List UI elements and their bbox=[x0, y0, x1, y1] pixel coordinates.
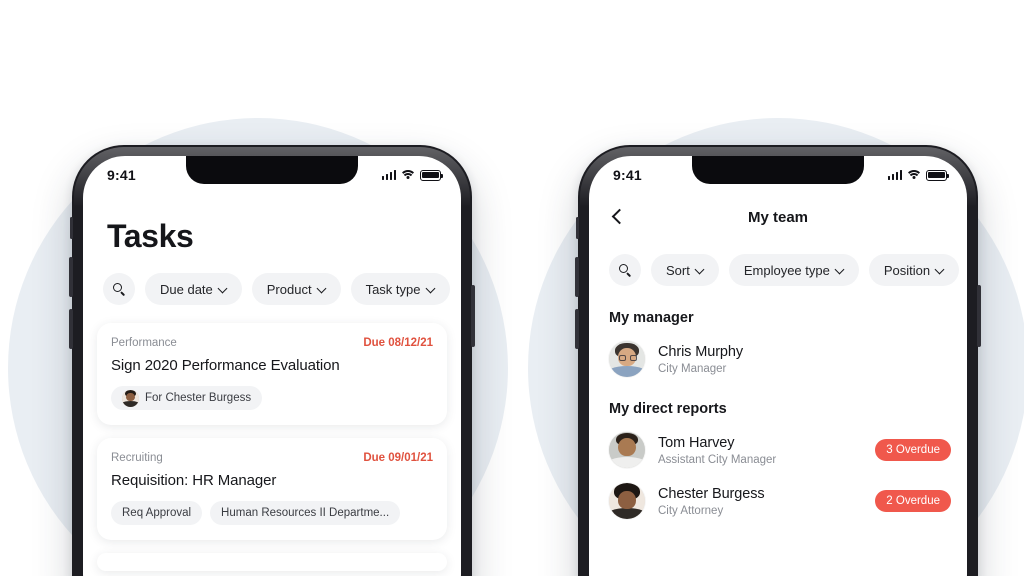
filter-chip-employee-type[interactable]: Employee type bbox=[728, 254, 859, 286]
status-bar: 9:41 bbox=[83, 156, 461, 190]
page-title: Tasks bbox=[107, 218, 194, 254]
person-name: Chester Burgess bbox=[658, 485, 765, 502]
filter-chip-due-date[interactable]: Due date bbox=[145, 273, 242, 305]
task-tag-req-approval[interactable]: Req Approval bbox=[111, 501, 203, 525]
tasks-filter-bar: Due date Product Task type bbox=[83, 273, 461, 305]
task-category: Performance bbox=[111, 337, 177, 349]
person-role: City Attorney bbox=[658, 504, 724, 517]
chip-label: Due date bbox=[160, 281, 213, 297]
task-due-date: Due 08/12/21 bbox=[363, 337, 433, 349]
tag-label: For Chester Burgess bbox=[145, 392, 252, 404]
chip-label: Product bbox=[266, 281, 312, 297]
task-assignee-tag[interactable]: For Chester Burgess bbox=[111, 386, 263, 410]
status-icons bbox=[381, 169, 443, 181]
task-tags: Req Approval Human Resources II Departme… bbox=[111, 501, 433, 525]
volume-up-button[interactable] bbox=[575, 257, 579, 297]
list-item-person[interactable]: Tom Harvey Assistant City Manager 3 Over… bbox=[589, 432, 967, 468]
avatar bbox=[609, 483, 645, 519]
tag-label: Human Resources II Departme... bbox=[221, 507, 390, 519]
list-item-person[interactable]: Chester Burgess City Attorney 2 Overdue bbox=[589, 483, 967, 519]
task-list: Performance Due 08/12/21 Sign 2020 Perfo… bbox=[83, 323, 461, 571]
person-name: Tom Harvey bbox=[658, 434, 735, 451]
section-heading-my-manager: My manager bbox=[609, 310, 694, 326]
person-name: Chris Murphy bbox=[658, 343, 744, 360]
tasks-app: Tasks Due date Product Task type Perform… bbox=[83, 190, 461, 576]
task-category: Recruiting bbox=[111, 452, 163, 464]
team-app: My team Sort Employee type Position My m… bbox=[589, 190, 967, 576]
task-due-date: Due 09/01/21 bbox=[363, 452, 433, 464]
signal-bars-icon bbox=[887, 170, 902, 180]
signal-bars-icon bbox=[381, 170, 396, 180]
search-icon bbox=[618, 263, 632, 277]
list-item-person[interactable]: Chris Murphy City Manager bbox=[589, 341, 967, 377]
screenshot-canvas: 9:41 Tasks Due date Product Task type Pe… bbox=[0, 0, 1024, 576]
chip-label: Sort bbox=[666, 262, 690, 278]
filter-chip-position[interactable]: Position bbox=[868, 254, 960, 286]
task-header: Performance Due 08/12/21 bbox=[111, 337, 433, 349]
section-heading-direct-reports: My direct reports bbox=[609, 401, 727, 417]
power-button[interactable] bbox=[977, 285, 981, 347]
person-role: Assistant City Manager bbox=[658, 453, 777, 466]
status-clock: 9:41 bbox=[107, 167, 136, 183]
chevron-down-icon bbox=[936, 266, 944, 274]
status-bar: 9:41 bbox=[589, 156, 967, 190]
chip-label: Employee type bbox=[743, 262, 830, 278]
phone-screen-team: 9:41 My team Sort Employee type Position… bbox=[589, 156, 967, 576]
task-tags: For Chester Burgess bbox=[111, 386, 433, 410]
search-icon bbox=[112, 282, 126, 296]
avatar bbox=[609, 341, 645, 377]
chip-label: Position bbox=[883, 262, 931, 278]
silent-switch[interactable] bbox=[576, 217, 579, 239]
team-filter-bar: Sort Employee type Position bbox=[589, 254, 967, 286]
task-row[interactable]: Performance Due 08/12/21 Sign 2020 Perfo… bbox=[97, 323, 447, 425]
chevron-down-icon bbox=[318, 285, 326, 293]
chevron-down-icon bbox=[219, 285, 227, 293]
tag-label: Req Approval bbox=[122, 507, 192, 519]
chevron-down-icon bbox=[427, 285, 435, 293]
chevron-down-icon bbox=[836, 266, 844, 274]
person-role: City Manager bbox=[658, 362, 727, 375]
avatar bbox=[122, 389, 139, 407]
nav-title: My team bbox=[747, 208, 809, 226]
task-title: Requisition: HR Manager bbox=[111, 472, 277, 489]
chevron-down-icon bbox=[696, 266, 704, 274]
task-header: Recruiting Due 09/01/21 bbox=[111, 452, 433, 464]
chip-label: Task type bbox=[365, 281, 421, 297]
battery-full-icon bbox=[420, 169, 443, 181]
wifi-icon bbox=[905, 169, 923, 181]
power-button[interactable] bbox=[471, 285, 475, 347]
volume-down-button[interactable] bbox=[575, 309, 579, 349]
search-chip-button[interactable] bbox=[609, 254, 641, 286]
volume-down-button[interactable] bbox=[69, 309, 73, 349]
status-clock: 9:41 bbox=[613, 167, 642, 183]
phone-screen-tasks: 9:41 Tasks Due date Product Task type Pe… bbox=[83, 156, 461, 576]
search-chip-button[interactable] bbox=[103, 273, 135, 305]
status-badge-overdue[interactable]: 3 Overdue bbox=[875, 439, 951, 461]
status-badge-overdue[interactable]: 2 Overdue bbox=[875, 490, 951, 512]
person-text: Chester Burgess City Attorney bbox=[658, 486, 875, 517]
volume-up-button[interactable] bbox=[69, 257, 73, 297]
wifi-icon bbox=[399, 169, 417, 181]
back-chevron-icon[interactable] bbox=[609, 208, 627, 226]
battery-full-icon bbox=[926, 169, 949, 181]
silent-switch[interactable] bbox=[70, 217, 73, 239]
task-row[interactable]: Recruiting Due 09/01/21 Requisition: HR … bbox=[97, 438, 447, 540]
status-icons bbox=[887, 169, 949, 181]
person-text: Tom Harvey Assistant City Manager bbox=[658, 435, 875, 466]
filter-chip-task-type[interactable]: Task type bbox=[350, 273, 450, 305]
task-title: Sign 2020 Performance Evaluation bbox=[111, 357, 340, 374]
phone-mockup-tasks: 9:41 Tasks Due date Product Task type Pe… bbox=[69, 145, 475, 576]
task-row-partial[interactable] bbox=[97, 553, 447, 571]
filter-chip-sort[interactable]: Sort bbox=[651, 254, 719, 286]
person-text: Chris Murphy City Manager bbox=[658, 344, 951, 375]
navigation-bar: My team bbox=[589, 190, 967, 236]
avatar bbox=[609, 432, 645, 468]
phone-mockup-team: 9:41 My team Sort Employee type Position… bbox=[575, 145, 981, 576]
task-tag-department[interactable]: Human Resources II Departme... bbox=[210, 501, 401, 525]
filter-chip-product[interactable]: Product bbox=[251, 273, 341, 305]
